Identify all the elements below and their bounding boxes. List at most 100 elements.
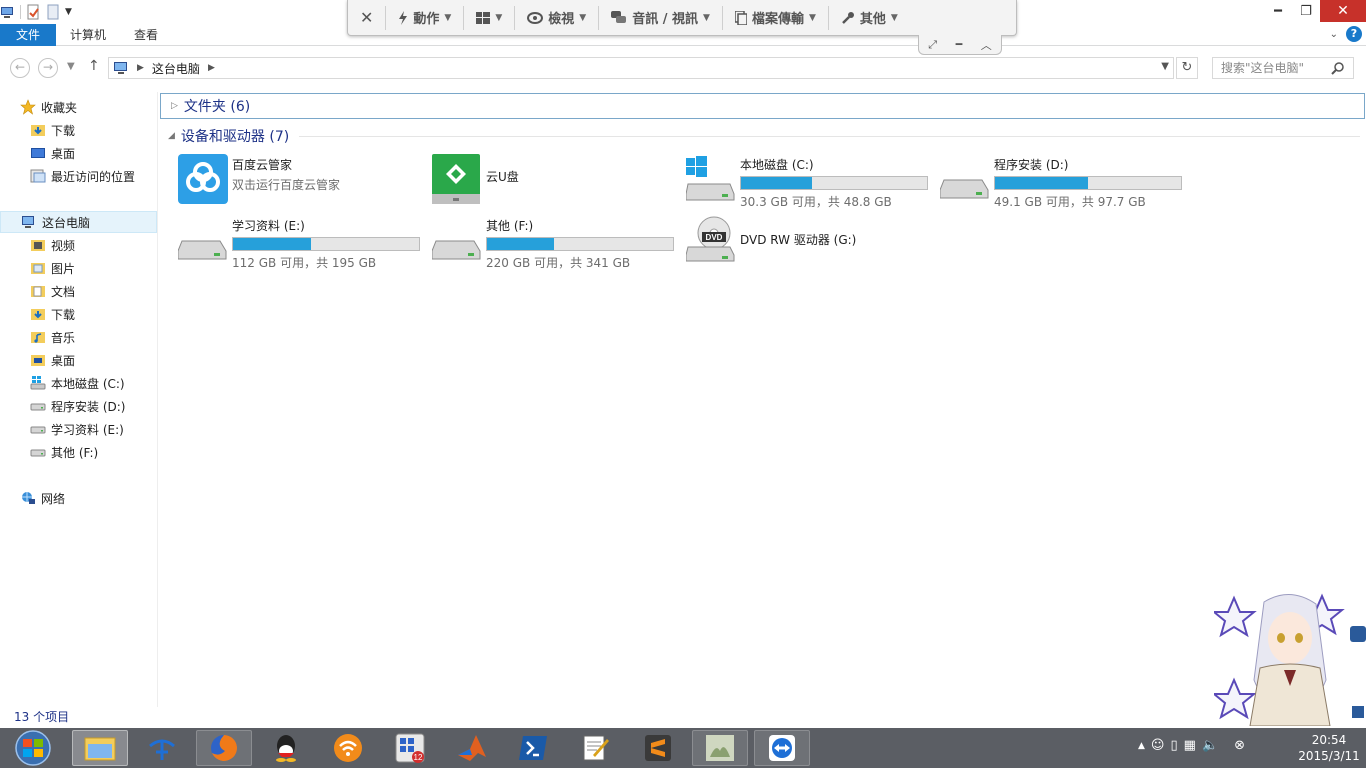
device-name: 学习资料 (E:) (232, 219, 305, 233)
refresh-button[interactable]: ↻ (1176, 57, 1198, 79)
remote-actions-label: 動作 (413, 12, 440, 27)
taskbar-firefox[interactable] (196, 730, 252, 766)
taskbar-teamviewer[interactable] (754, 730, 810, 766)
minimize-button[interactable]: ━ (1264, 0, 1292, 22)
taskbar-app-grid[interactable]: 12 (382, 730, 438, 766)
nav-fav-desktop[interactable]: 桌面 (0, 142, 157, 164)
close-window-button[interactable]: ✕ (1320, 0, 1366, 22)
nav-favorites[interactable]: 收藏夹 (0, 96, 157, 118)
expand-arrow-icon[interactable]: ▷ (171, 101, 178, 111)
breadcrumb-arrow-icon[interactable]: ▶ (137, 63, 144, 73)
qq-icon (276, 735, 296, 762)
nav-fav-recent[interactable]: 最近访问的位置 (0, 165, 157, 187)
taskbar-file-explorer[interactable] (72, 730, 128, 766)
collapse-toolbar-icon[interactable]: ︿ (981, 37, 992, 53)
address-history-dropdown-icon[interactable]: ▼ (1161, 61, 1169, 72)
download-folder-icon (31, 125, 45, 136)
nav-desktop[interactable]: 桌面 (0, 349, 157, 371)
tab-view[interactable]: 查看 (120, 24, 172, 46)
forward-button[interactable]: → (38, 58, 58, 78)
device-drive-c[interactable]: 本地磁盘 (C:) 30.3 GB 可用，共 48.8 GB (686, 154, 936, 210)
device-dvd-drive[interactable]: DVD DVD RW 驱动器 (G:) (686, 215, 936, 271)
device-drive-f[interactable]: 其他 (F:) 220 GB 可用，共 341 GB (432, 215, 682, 271)
taskbar-sublime-text[interactable] (630, 730, 686, 766)
show-hidden-icons-icon[interactable]: ▲ (1138, 741, 1145, 751)
taskbar-powershell[interactable] (506, 730, 562, 766)
computer-icon[interactable] (0, 4, 16, 20)
device-description: 双击运行百度云管家 (232, 178, 341, 192)
address-bar[interactable]: ▶ 这台电脑 ▶ ▼ (108, 57, 1174, 79)
battery-icon[interactable]: ▯ (1170, 738, 1177, 753)
nav-network[interactable]: 网络 (0, 487, 157, 509)
group-folders-header[interactable]: ▷ 文件夹 (6) (160, 93, 1365, 119)
up-button[interactable]: ↑ (88, 58, 100, 74)
dvd-drive-icon: DVD (686, 216, 735, 262)
breadcrumb-next-arrow-icon[interactable]: ▶ (208, 63, 215, 73)
fullscreen-icon[interactable]: ⤢ (928, 38, 937, 52)
anime-character-widget[interactable] (1214, 590, 1366, 726)
device-drive-d[interactable]: 程序安装 (D:) 49.1 GB 可用，共 97.7 GB (940, 154, 1190, 210)
nav-documents[interactable]: 文档 (0, 280, 157, 302)
start-button[interactable] (10, 730, 56, 766)
remote-extras-menu[interactable]: 其他 ▼ (829, 6, 910, 30)
drive-usage-fill (741, 177, 812, 189)
taskbar-image-viewer[interactable] (692, 730, 748, 766)
device-drive-e[interactable]: 学习资料 (E:) 112 GB 可用，共 195 GB (178, 215, 428, 271)
drive-capacity-text: 220 GB 可用，共 341 GB (486, 256, 631, 270)
help-icon[interactable]: ? (1346, 26, 1362, 42)
nav-music-label: 音乐 (51, 330, 76, 345)
remote-view-menu[interactable]: 檢視 ▼ (515, 5, 600, 30)
nav-drive-c[interactable]: 本地磁盘 (C:) (0, 372, 157, 394)
network-tray-icon[interactable]: ▦ (1184, 738, 1196, 753)
restore-button[interactable]: ❐ (1292, 0, 1320, 22)
content-area: ▷ 文件夹 (6) ◢ 设备和驱动器 (7) 百度云管家 双击运行百度云管家 云… (160, 92, 1366, 707)
taskbar-matlab[interactable] (444, 730, 500, 766)
file-explorer-icon (84, 737, 116, 761)
qq-tray-icon[interactable]: ☺ (1151, 738, 1165, 753)
search-input[interactable]: 搜索"这台电脑" (1212, 57, 1354, 79)
group-devices-header[interactable]: ◢ 设备和驱动器 (7) (160, 123, 1360, 149)
remote-close-button[interactable]: ✕ (348, 5, 387, 30)
taskbar-qq[interactable] (258, 730, 314, 766)
remote-windows-menu[interactable]: ▼ (464, 5, 516, 30)
remote-audio-video-menu[interactable]: 音訊 / 視訊 ▼ (599, 5, 723, 30)
recent-places-icon (30, 169, 46, 183)
remote-file-transfer-menu[interactable]: 檔案傳輸 ▼ (723, 5, 829, 30)
nav-drive-d-label: 程序安装 (D:) (51, 399, 126, 414)
nav-drive-d[interactable]: 程序安装 (D:) (0, 395, 157, 417)
qat-divider (20, 5, 21, 19)
nav-drive-f[interactable]: 其他 (F:) (0, 441, 157, 463)
search-icon[interactable] (1331, 61, 1345, 75)
minimize-toolbar-icon[interactable]: ━ (956, 38, 963, 51)
volume-icon[interactable]: 🔈 (1202, 738, 1218, 753)
properties-icon[interactable] (25, 4, 41, 20)
breadcrumb-this-pc[interactable]: 这台电脑 (152, 60, 200, 77)
nav-this-pc[interactable]: 这台电脑 (0, 211, 157, 233)
device-baidu-cloud[interactable]: 百度云管家 双击运行百度云管家 (178, 154, 428, 210)
chat-bubble-icon (611, 10, 627, 23)
recent-locations-icon[interactable]: ▼ (67, 61, 75, 72)
system-clock[interactable]: 20:54 2015/3/11 (1296, 732, 1362, 764)
qat-customize-icon[interactable]: ▼ (65, 7, 72, 17)
nav-videos[interactable]: 视频 (0, 234, 157, 256)
device-cloud-usb[interactable]: 云U盘 (432, 154, 682, 210)
nav-fav-downloads[interactable]: 下载 (0, 119, 157, 141)
expand-ribbon-icon[interactable]: ⌄ (1330, 29, 1338, 40)
taskbar-notepad[interactable] (568, 730, 624, 766)
taskbar-wifi-share[interactable] (320, 730, 376, 766)
svg-text:DVD: DVD (706, 233, 723, 242)
collapse-arrow-icon[interactable]: ◢ (168, 131, 175, 141)
back-button[interactable]: ← (10, 58, 30, 78)
device-name: 百度云管家 (232, 158, 293, 172)
nav-downloads[interactable]: 下载 (0, 303, 157, 325)
hard-drive-icon (30, 449, 46, 457)
nav-pictures[interactable]: 图片 (0, 257, 157, 279)
notification-close-icon[interactable]: ⊗ (1234, 738, 1245, 753)
new-folder-icon[interactable] (45, 4, 61, 20)
taskbar-china-telecom[interactable] (134, 730, 190, 766)
nav-drive-e[interactable]: 学习资料 (E:) (0, 418, 157, 440)
remote-actions-menu[interactable]: 動作 ▼ (386, 5, 465, 30)
tab-file[interactable]: 文件 (0, 24, 56, 46)
nav-music[interactable]: 音乐 (0, 326, 157, 348)
tab-computer[interactable]: 计算机 (56, 24, 120, 46)
